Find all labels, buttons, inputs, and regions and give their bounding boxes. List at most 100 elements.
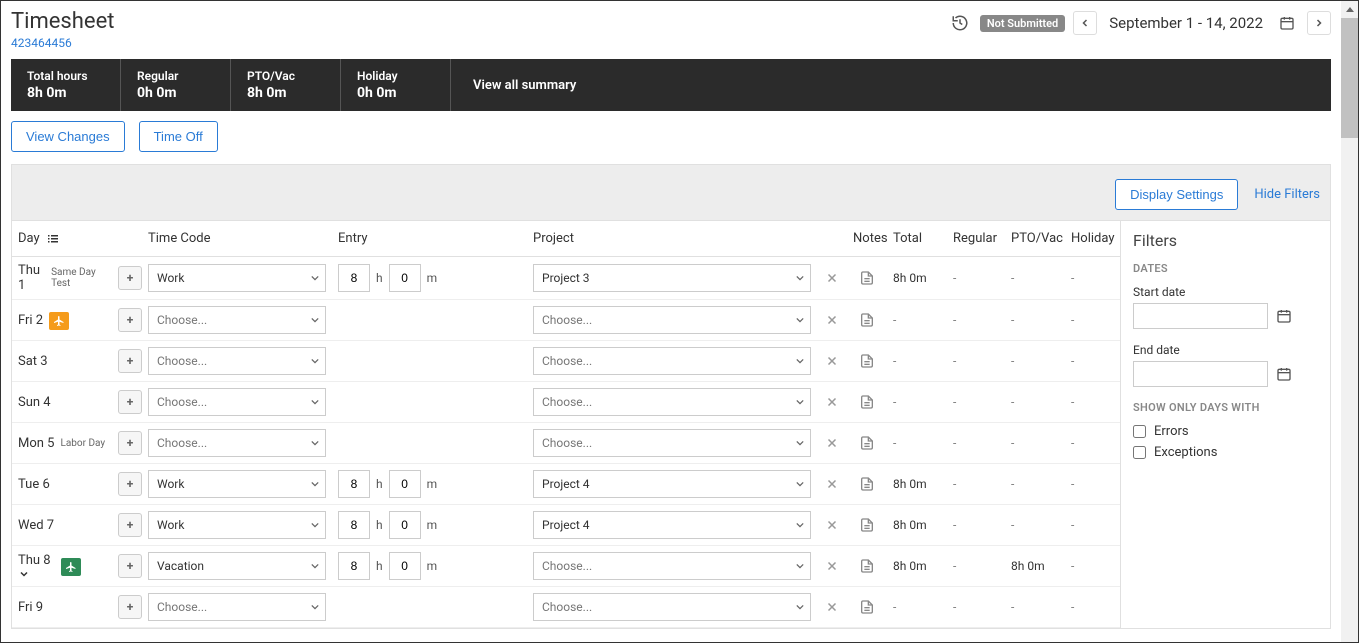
calendar-icon[interactable] — [1276, 366, 1292, 382]
add-row-button[interactable]: + — [118, 554, 142, 578]
history-button[interactable] — [948, 11, 972, 35]
exceptions-checkbox-row[interactable]: Exceptions — [1133, 445, 1318, 460]
remove-row-button[interactable] — [823, 393, 841, 411]
project-select[interactable]: Choose... — [533, 388, 811, 416]
project-select[interactable]: Choose... — [533, 429, 811, 457]
hours-input[interactable] — [338, 264, 370, 292]
remove-row-button[interactable] — [823, 475, 841, 493]
ptovac-cell: - — [1005, 348, 1065, 374]
day-label: Mon 5 — [18, 436, 54, 451]
remove-row-button[interactable] — [823, 311, 841, 329]
hide-filters-link[interactable]: Hide Filters — [1254, 187, 1320, 202]
status-badge: Not Submitted — [980, 15, 1065, 32]
timesheet-id-link[interactable]: 423464456 — [11, 36, 72, 50]
hours-unit: h — [376, 518, 383, 532]
holiday-cell: - — [1065, 307, 1120, 333]
timecode-select[interactable]: Choose... — [148, 347, 326, 375]
remove-row-button[interactable] — [823, 557, 841, 575]
timecode-select[interactable]: Choose... — [148, 429, 326, 457]
timecode-select[interactable]: Work — [148, 264, 326, 292]
view-all-summary-button[interactable]: View all summary — [451, 59, 1331, 111]
remove-row-button[interactable] — [823, 598, 841, 616]
timecode-select[interactable]: Choose... — [148, 306, 326, 334]
holiday-cell: - — [1065, 389, 1120, 415]
table-row: Sat 3+Choose...Choose...---- — [12, 341, 1120, 382]
minutes-input[interactable] — [389, 552, 421, 580]
notes-button[interactable] — [857, 268, 877, 288]
project-select[interactable]: Project 4 — [533, 511, 811, 539]
remove-row-button[interactable] — [823, 434, 841, 452]
day-sub-label: Same Day Test — [51, 267, 106, 289]
add-row-button[interactable]: + — [118, 349, 142, 373]
minutes-input[interactable] — [389, 511, 421, 539]
col-day[interactable]: Day — [12, 221, 112, 256]
page-scrollbar[interactable] — [1341, 1, 1358, 642]
add-row-button[interactable]: + — [118, 431, 142, 455]
project-select[interactable]: Project 3 — [533, 264, 811, 292]
start-date-label: Start date — [1133, 285, 1318, 299]
prev-period-button[interactable] — [1073, 11, 1097, 35]
notes-button[interactable] — [857, 474, 877, 494]
timecode-select[interactable]: Choose... — [148, 593, 326, 621]
hours-input[interactable] — [338, 511, 370, 539]
notes-button[interactable] — [857, 597, 877, 617]
total-cell: - — [887, 430, 947, 456]
exceptions-checkbox[interactable] — [1133, 446, 1146, 459]
project-select[interactable]: Project 4 — [533, 470, 811, 498]
regular-cell: - — [947, 430, 1005, 456]
hours-input[interactable] — [338, 552, 370, 580]
add-row-button[interactable]: + — [118, 472, 142, 496]
day-label: Fri 2 — [18, 313, 43, 328]
project-select[interactable]: Choose... — [533, 593, 811, 621]
table-row: Tue 6+WorkhmProject 48h 0m--- — [12, 464, 1120, 505]
filters-title: Filters — [1133, 231, 1318, 250]
notes-button[interactable] — [857, 351, 877, 371]
notes-button[interactable] — [857, 310, 877, 330]
errors-checkbox-row[interactable]: Errors — [1133, 424, 1318, 439]
add-row-button[interactable]: + — [118, 308, 142, 332]
scroll-up-arrow-icon[interactable] — [1341, 1, 1358, 18]
chevron-down-icon[interactable] — [18, 568, 55, 580]
display-settings-button[interactable]: Display Settings — [1115, 179, 1238, 210]
errors-checkbox[interactable] — [1133, 425, 1146, 438]
notes-button[interactable] — [857, 515, 877, 535]
view-changes-button[interactable]: View Changes — [11, 121, 125, 152]
add-row-button[interactable]: + — [118, 390, 142, 414]
minutes-unit: m — [427, 271, 438, 285]
notes-button[interactable] — [857, 392, 877, 412]
next-period-button[interactable] — [1307, 11, 1331, 35]
add-row-button[interactable]: + — [118, 595, 142, 619]
calendar-icon[interactable] — [1276, 308, 1292, 324]
remove-row-button[interactable] — [823, 352, 841, 370]
project-select[interactable]: Choose... — [533, 306, 811, 334]
holiday-cell: - — [1065, 553, 1120, 579]
remove-row-button[interactable] — [823, 269, 841, 287]
table-row: Fri 9+Choose...Choose...---- — [12, 587, 1120, 628]
remove-row-button[interactable] — [823, 516, 841, 534]
project-select[interactable]: Choose... — [533, 347, 811, 375]
calendar-button[interactable] — [1275, 11, 1299, 35]
project-select[interactable]: Choose... — [533, 552, 811, 580]
add-row-button[interactable]: + — [118, 513, 142, 537]
minutes-input[interactable] — [389, 264, 421, 292]
notes-button[interactable] — [857, 556, 877, 576]
time-off-button[interactable]: Time Off — [139, 121, 218, 152]
notes-button[interactable] — [857, 433, 877, 453]
timecode-select[interactable]: Work — [148, 511, 326, 539]
minutes-unit: m — [427, 518, 438, 532]
table-header: Day Time Code Entry Project Notes Total … — [12, 221, 1120, 257]
total-cell: 8h 0m — [887, 471, 947, 497]
day-label: Sun 4 — [18, 395, 51, 410]
timecode-select[interactable]: Vacation — [148, 552, 326, 580]
ptovac-cell: - — [1005, 512, 1065, 538]
start-date-input[interactable] — [1133, 303, 1268, 329]
scrollbar-thumb[interactable] — [1341, 18, 1358, 138]
timecode-select[interactable]: Choose... — [148, 388, 326, 416]
hours-input[interactable] — [338, 470, 370, 498]
minutes-input[interactable] — [389, 470, 421, 498]
history-icon — [951, 14, 969, 32]
end-date-input[interactable] — [1133, 361, 1268, 387]
add-row-button[interactable]: + — [118, 266, 142, 290]
summary-ptovac: PTO/Vac 8h 0m — [231, 59, 341, 111]
timecode-select[interactable]: Work — [148, 470, 326, 498]
